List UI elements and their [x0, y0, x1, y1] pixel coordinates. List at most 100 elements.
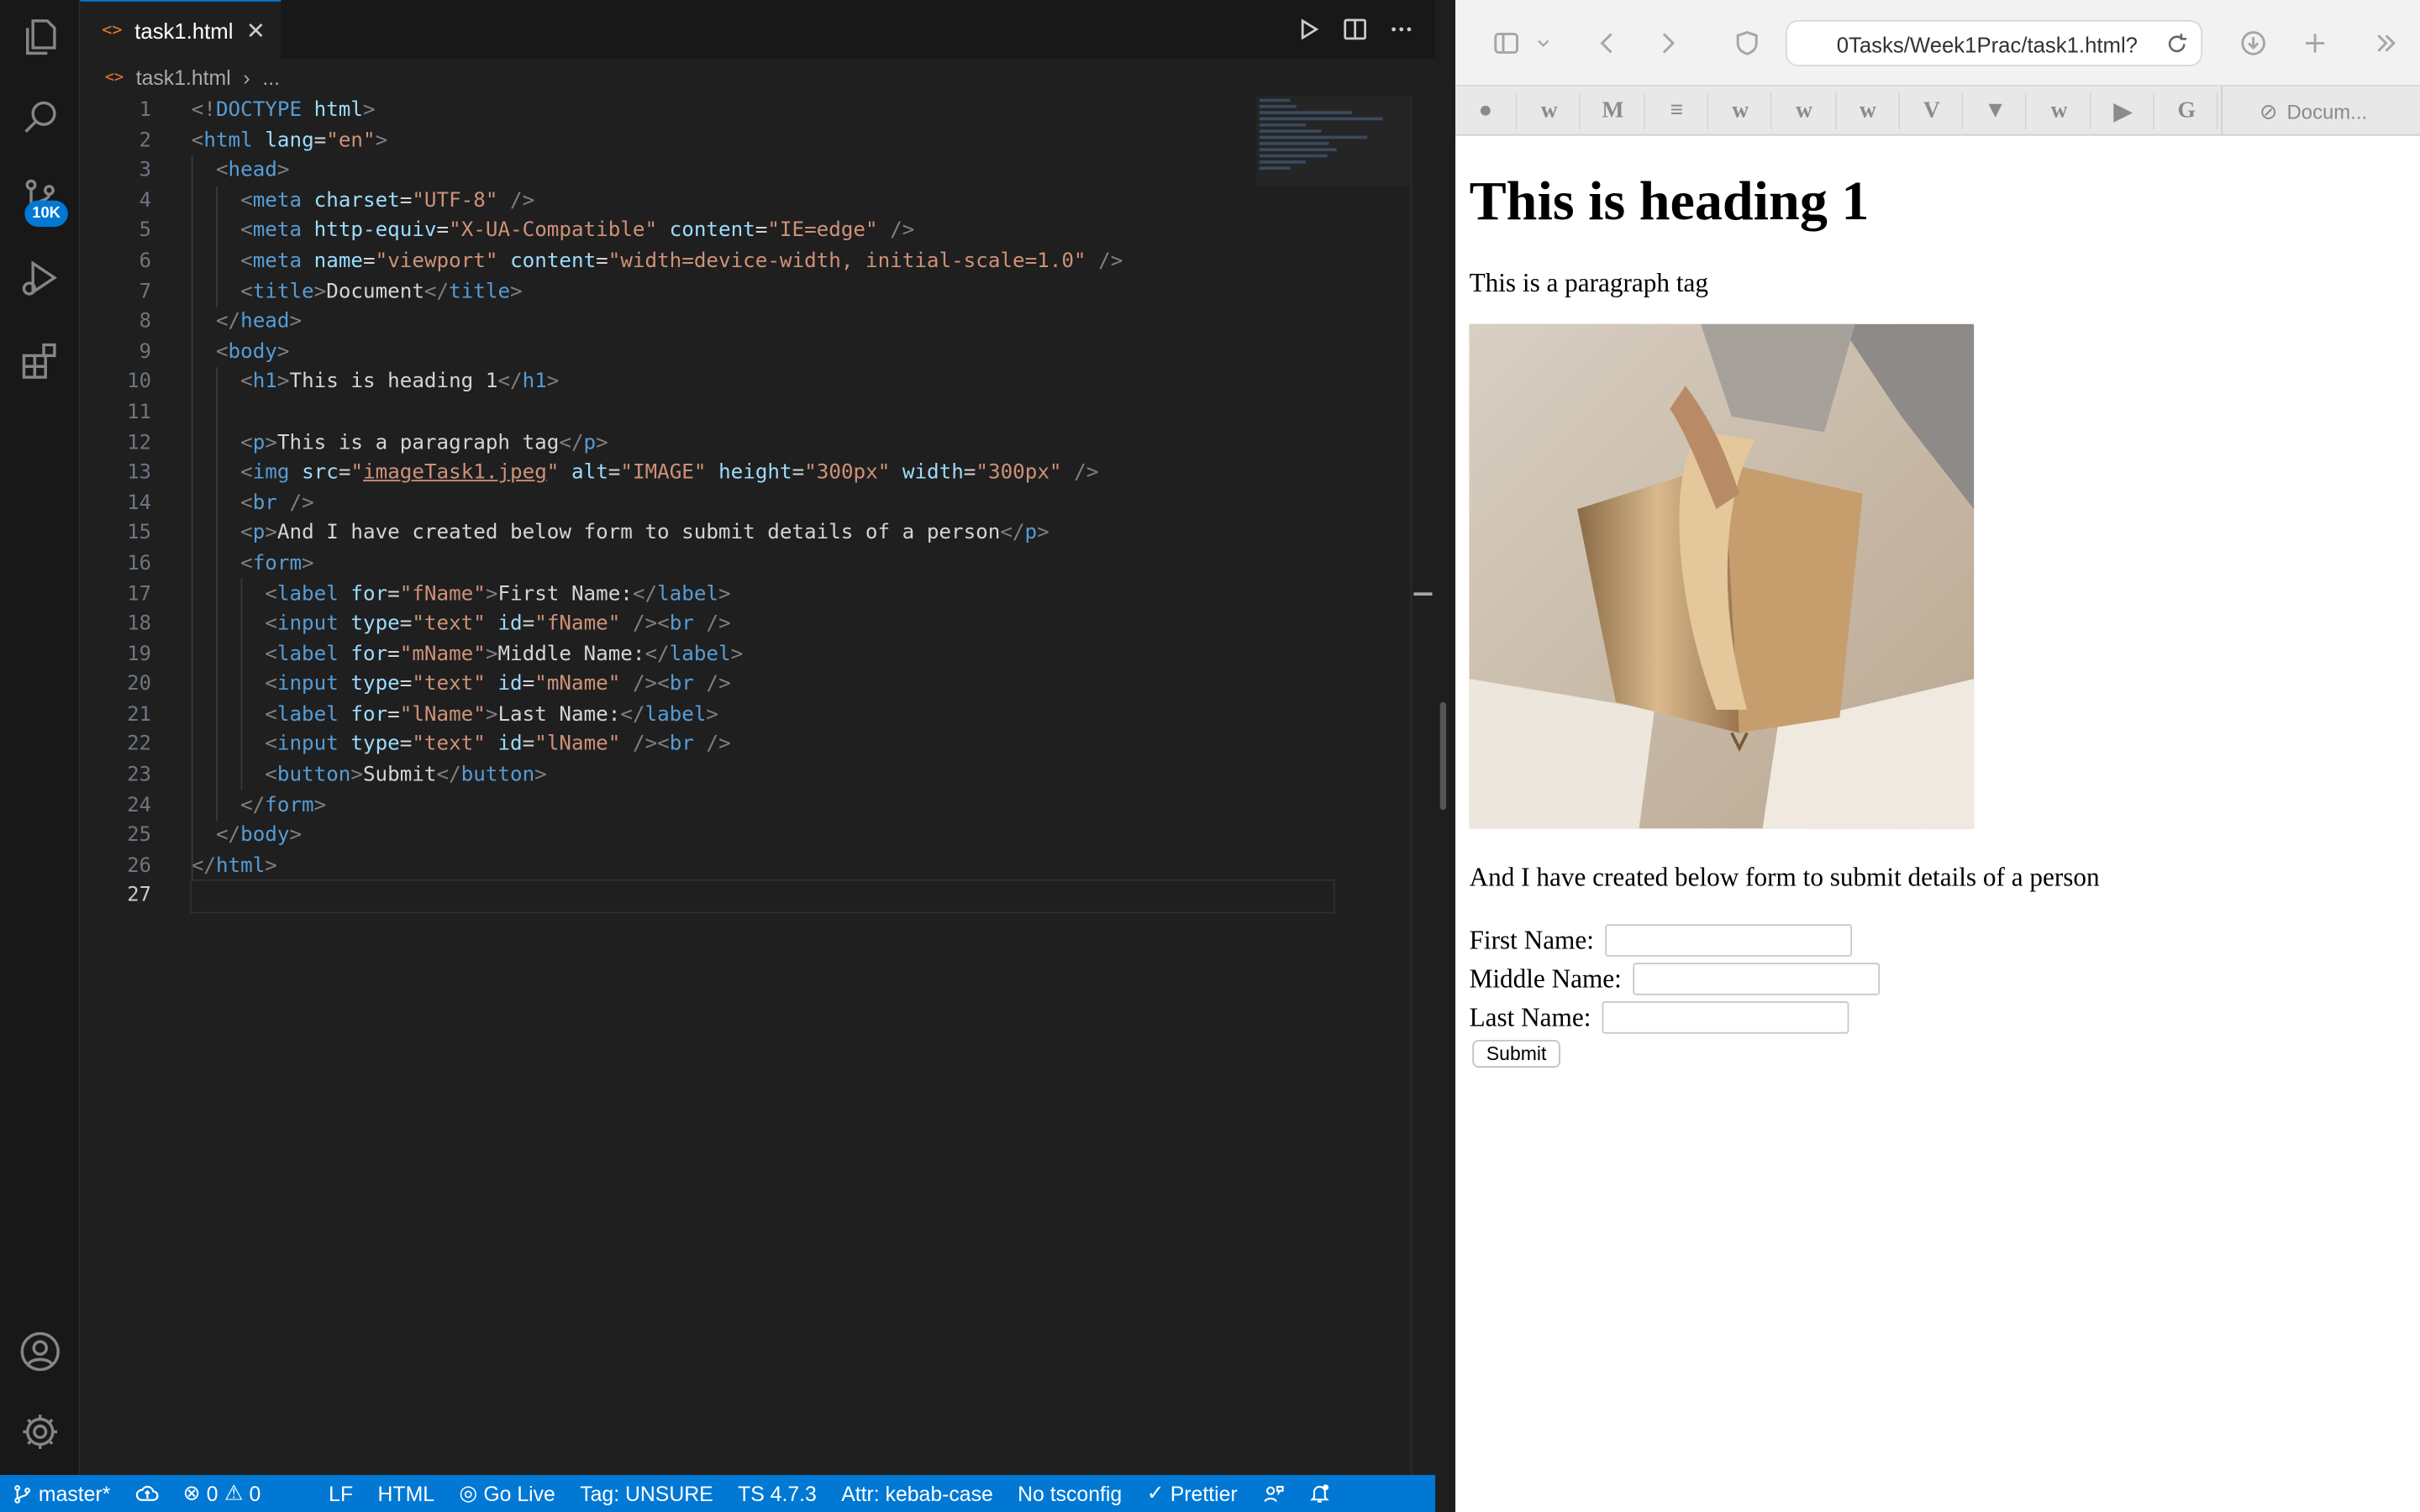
go-live-button[interactable]: ◎ Go Live	[447, 1481, 568, 1505]
split-editor-icon[interactable]	[1343, 17, 1367, 41]
reload-icon[interactable]	[2165, 33, 2189, 56]
problems-indicator[interactable]: ⊗ 0 ⚠ 0	[171, 1481, 273, 1505]
first-name-input[interactable]	[1604, 924, 1852, 957]
code-line[interactable]	[192, 398, 1334, 428]
submit-button[interactable]: Submit	[1472, 1039, 1560, 1068]
code-line[interactable]: <form>	[192, 549, 1334, 580]
last-name-input[interactable]	[1602, 1001, 1849, 1034]
code-token: <	[265, 733, 277, 757]
document-tab[interactable]: ⊘ Docum...	[2221, 86, 2420, 136]
tab-close-icon[interactable]: ✕	[246, 16, 266, 44]
code-line[interactable]: </body>	[192, 822, 1334, 852]
bookmark-v-icon[interactable]: V	[1902, 92, 1964, 130]
code-line[interactable]: <img src="imageTask1.jpeg" alt="IMAGE" h…	[192, 459, 1334, 489]
code-line[interactable]: <meta http-equiv="X-UA-Compatible" conte…	[192, 217, 1334, 247]
code-line[interactable]: <input type="text" id="mName" /><br />	[192, 670, 1334, 701]
bookmark-w3-icon[interactable]: w	[1774, 92, 1836, 130]
bookmark-stackoverflow-icon[interactable]: ≡	[1647, 92, 1709, 130]
code-line[interactable]: <meta charset="UTF-8" />	[192, 186, 1334, 217]
split-handle[interactable]	[1439, 701, 1447, 811]
bookmark-w3-icon[interactable]: w	[1710, 92, 1772, 130]
code-line[interactable]: <head>	[192, 156, 1334, 186]
forward-icon[interactable]	[1649, 26, 1683, 60]
code-line[interactable]: <meta name="viewport" content="width=dev…	[192, 247, 1334, 277]
line-number: 10	[127, 370, 152, 394]
language-mode[interactable]: HTML	[366, 1482, 447, 1505]
minimap[interactable]	[1256, 95, 1411, 186]
indent-guide	[240, 578, 243, 790]
code-line[interactable]: </head>	[192, 307, 1334, 338]
run-icon[interactable]	[1297, 17, 1321, 41]
code-line[interactable]: <title>Document</title>	[192, 277, 1334, 307]
breadcrumb-file[interactable]: task1.html	[136, 66, 231, 89]
run-debug-icon[interactable]	[13, 250, 68, 306]
code-token: input	[276, 673, 339, 696]
code-line[interactable]: <br />	[192, 489, 1334, 519]
bookmark-google-icon[interactable]: G	[2156, 92, 2218, 130]
account-icon[interactable]	[13, 1324, 68, 1379]
attr-case-indicator[interactable]: Attr: kebab-case	[829, 1482, 1006, 1505]
code-line[interactable]: </form>	[192, 791, 1334, 822]
settings-gear-icon[interactable]	[13, 1404, 68, 1459]
breadcrumb-symbols[interactable]: ...	[262, 66, 280, 89]
bookmark-gmail-icon[interactable]: M	[1583, 92, 1645, 130]
address-bar[interactable]: 0Tasks/Week1Prac/task1.html?	[1786, 19, 2203, 66]
bookmark-w3-icon[interactable]: w	[1519, 92, 1581, 130]
code-line[interactable]: <label for="lName">Last Name:</label>	[192, 701, 1334, 731]
code-line[interactable]: <label for="mName">Middle Name:</label>	[192, 640, 1334, 670]
tsconfig-indicator[interactable]: No tsconfig	[1005, 1482, 1134, 1505]
branch-indicator[interactable]: master*	[0, 1482, 123, 1505]
more-tabs-icon[interactable]	[2369, 26, 2402, 60]
eol-indicator[interactable]: LF	[316, 1482, 365, 1505]
bookmark-w3-icon[interactable]: w	[1838, 92, 1900, 130]
code-token: lang	[265, 129, 314, 153]
bookmark-w3-icon[interactable]: w	[2029, 92, 2091, 130]
more-actions-icon[interactable]	[1389, 17, 1413, 41]
bookmark-vuetify-icon[interactable]: ▼	[1965, 92, 2028, 130]
back-icon[interactable]	[1591, 26, 1625, 60]
code-editor[interactable]: 1 2 3 4 5 6 7 8 9 10 11 12 13 14 15 16 17 18 19 20 21 22 23 24 2…	[81, 95, 1436, 1475]
new-tab-icon[interactable]	[2298, 26, 2332, 60]
code-token: p	[252, 522, 266, 545]
code-lines[interactable]: <!DOCTYPE html> <html lang="en"> <head> <…	[189, 96, 1335, 914]
code-line[interactable]: <p>This is a paragraph tag</p>	[192, 428, 1334, 459]
code-line[interactable]: <html lang="en">	[192, 126, 1334, 156]
code-line[interactable]: <label for="fName">First Name:</label>	[192, 580, 1334, 610]
code-token: html	[203, 129, 253, 153]
code-line[interactable]: <p>And I have created below form to subm…	[192, 519, 1334, 549]
tab-task1-html[interactable]: <> task1.html ✕	[80, 0, 281, 59]
code-line[interactable]: <!DOCTYPE html>	[192, 96, 1334, 126]
bookmark-youtube-icon[interactable]: ▶	[2093, 92, 2155, 130]
tag-case-indicator[interactable]: Tag: UNSURE	[568, 1482, 726, 1505]
window-splitter[interactable]	[1435, 0, 1456, 1512]
error-icon: ⊗	[182, 1481, 201, 1504]
shield-icon[interactable]	[1730, 26, 1764, 60]
middle-name-input[interactable]	[1632, 963, 1880, 995]
sidebar-toggle-icon[interactable]	[1489, 26, 1523, 60]
gmail-icon: M	[1602, 97, 1624, 123]
search-icon[interactable]	[13, 90, 68, 145]
code-token: =	[522, 612, 535, 636]
code-line[interactable]	[189, 879, 1335, 914]
sync-button[interactable]	[123, 1482, 171, 1505]
chevron-down-icon[interactable]	[1533, 26, 1555, 60]
prettier-indicator[interactable]: ✓ Prettier	[1134, 1481, 1249, 1505]
code-line[interactable]: </html>	[192, 852, 1334, 882]
feedback-button[interactable]	[1249, 1483, 1296, 1504]
code-line[interactable]: <input type="text" id="lName" /><br />	[192, 731, 1334, 761]
code-line[interactable]: <h1>This is heading 1</h1>	[192, 368, 1334, 398]
code-line[interactable]: <body>	[192, 338, 1334, 368]
ts-version[interactable]: TS 4.7.3	[725, 1482, 829, 1505]
downloads-icon[interactable]	[2236, 26, 2270, 60]
code-line[interactable]: <button>Submit</button>	[192, 761, 1334, 791]
code-token: <	[240, 370, 253, 394]
bookmark-github-icon[interactable]: ●	[1455, 92, 1518, 130]
code-line[interactable]: <input type="text" id="fName" /><br />	[192, 610, 1334, 640]
extensions-icon[interactable]	[13, 333, 68, 389]
editor-scrollbar[interactable]	[1410, 95, 1433, 1475]
explorer-icon[interactable]	[13, 9, 68, 65]
notifications-button[interactable]	[1296, 1483, 1342, 1504]
